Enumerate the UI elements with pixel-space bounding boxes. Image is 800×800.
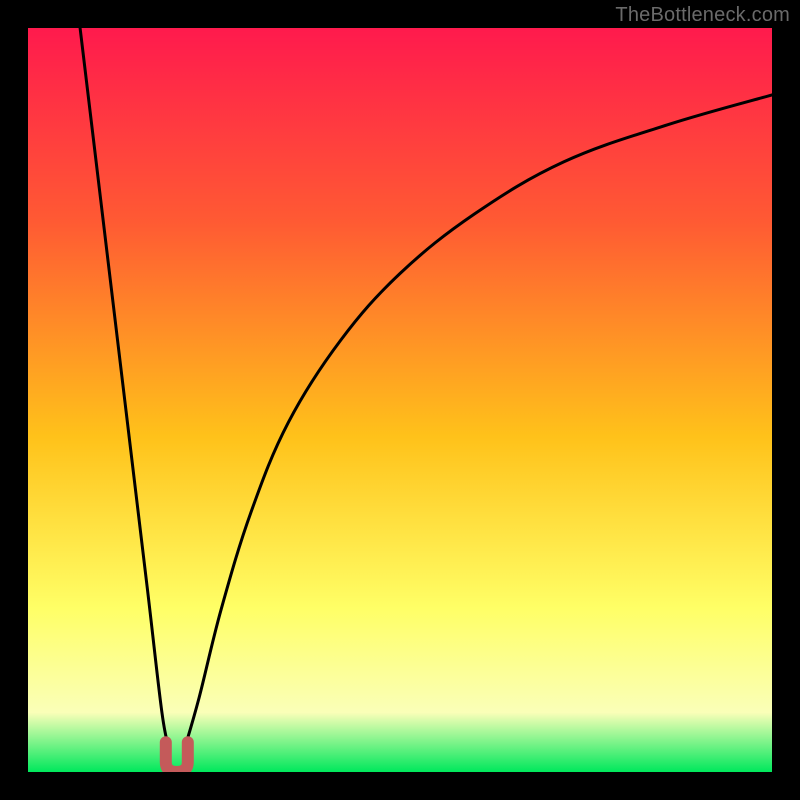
gradient-background: [28, 28, 772, 772]
chart-plot-area: [28, 28, 772, 772]
outer-frame: TheBottleneck.com: [0, 0, 800, 800]
chart-svg: [28, 28, 772, 772]
watermark-text: TheBottleneck.com: [615, 4, 790, 27]
